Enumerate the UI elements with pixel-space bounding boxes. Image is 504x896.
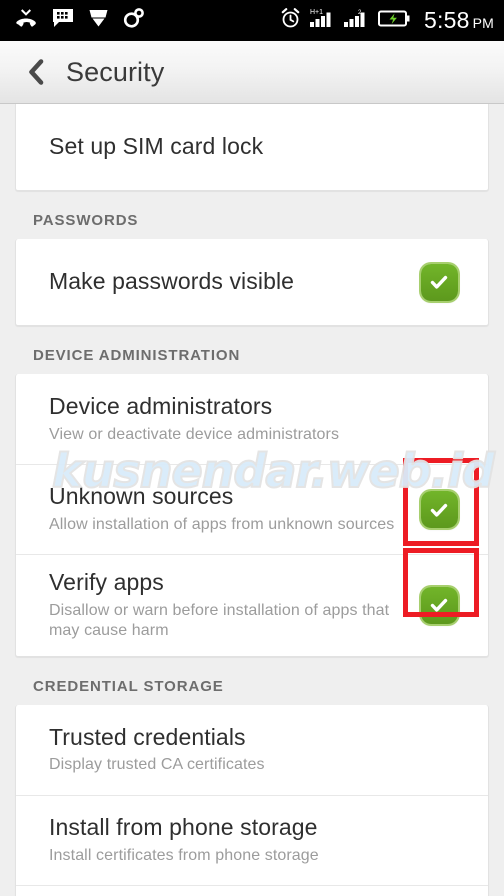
status-bar-system-icons: H+1 2 5:58 PM bbox=[280, 7, 494, 34]
section-header-passwords: PASSWORDS bbox=[33, 212, 139, 229]
list-item-text: Unknown sources Allow installation of ap… bbox=[49, 469, 408, 549]
settings-card-device-administration: Device administrators View or deactivate… bbox=[15, 374, 489, 657]
list-item-title: Install from phone storage bbox=[49, 814, 318, 840]
list-item-set-up-sim-card-lock[interactable]: Set up SIM card lock bbox=[16, 104, 488, 190]
list-item-text: Set up SIM card lock bbox=[49, 119, 470, 175]
checkbox-holder bbox=[408, 491, 470, 528]
list-item-subtitle: Allow installation of apps from unknown … bbox=[49, 516, 395, 534]
messaging-icon bbox=[52, 8, 74, 33]
list-item-text: Clear credentials Remove all certificate… bbox=[49, 890, 470, 896]
list-item-text: Trusted credentials Display trusted CA c… bbox=[49, 710, 470, 790]
list-item-install-from-phone-storage[interactable]: Install from phone storage Install certi… bbox=[16, 794, 488, 885]
list-item-title: Trusted credentials bbox=[49, 723, 246, 750]
list-item-title: Device administrators bbox=[49, 392, 273, 419]
status-bar: H+1 2 5:58 PM bbox=[0, 0, 504, 41]
battery-charging-icon bbox=[378, 9, 410, 33]
missed-call-icon bbox=[14, 8, 38, 33]
list-item-subtitle: Display trusted CA certificates bbox=[49, 756, 265, 774]
checkbox-verify-apps[interactable] bbox=[420, 586, 458, 624]
list-item-title: Verify apps bbox=[49, 569, 164, 595]
section-header-credential-storage: CREDENTIAL STORAGE bbox=[33, 677, 224, 695]
list-item-subtitle: Install certificates from phone storage bbox=[49, 846, 319, 864]
settings-card-passwords: Make passwords visible bbox=[15, 239, 489, 326]
list-item-device-administrators[interactable]: Device administrators View or deactivate… bbox=[16, 374, 488, 464]
list-item-unknown-sources[interactable]: Unknown sources Allow installation of ap… bbox=[16, 464, 488, 554]
page-title: Security bbox=[66, 56, 165, 87]
settings-card-sim: Set up SIM card lock bbox=[15, 104, 489, 191]
list-item-subtitle: Disallow or warn before installation of … bbox=[49, 601, 390, 640]
back-chevron-icon[interactable] bbox=[22, 58, 48, 86]
clock-ampm: PM bbox=[472, 15, 494, 31]
status-bar-clock: 5:58 PM bbox=[424, 7, 494, 34]
list-item-title: Set up SIM card lock bbox=[49, 133, 264, 160]
list-item-title: Make passwords visible bbox=[49, 268, 295, 295]
list-item-clear-credentials: Clear credentials Remove all certificate… bbox=[16, 884, 488, 896]
list-item-verify-apps[interactable]: Verify apps Disallow or warn before inst… bbox=[16, 554, 488, 656]
signal-hplus-icon: H+1 bbox=[310, 7, 335, 34]
list-item-trusted-credentials[interactable]: Trusted credentials Display trusted CA c… bbox=[16, 705, 488, 795]
download-icon bbox=[88, 8, 109, 33]
list-item-text: Install from phone storage Install certi… bbox=[49, 800, 470, 880]
alarm-clock-icon bbox=[280, 7, 301, 34]
android-security-settings-screen: H+1 2 5:58 PM Security Set up SIM card l… bbox=[0, 0, 504, 896]
sync-link-icon bbox=[123, 8, 145, 33]
status-bar-notification-icons bbox=[14, 8, 145, 33]
settings-card-credential-storage: Trusted credentials Display trusted CA c… bbox=[15, 704, 489, 896]
settings-list[interactable]: Set up SIM card lock PASSWORDS Make pass… bbox=[0, 104, 504, 896]
checkbox-make-passwords-visible[interactable] bbox=[420, 263, 458, 301]
section-header-device-administration: DEVICE ADMINISTRATION bbox=[33, 347, 241, 364]
signal-bars-icon: 2 bbox=[344, 7, 369, 34]
svg-text:H+1: H+1 bbox=[310, 9, 323, 16]
checkbox-holder bbox=[408, 263, 470, 301]
list-item-subtitle: View or deactivate device administrators bbox=[49, 425, 340, 443]
clock-time: 5:58 bbox=[424, 7, 470, 33]
list-item-make-passwords-visible[interactable]: Make passwords visible bbox=[16, 239, 488, 325]
list-item-text: Device administrators View or deactivate… bbox=[49, 379, 470, 459]
checkbox-holder bbox=[408, 586, 470, 624]
checkbox-unknown-sources[interactable] bbox=[420, 491, 458, 528]
list-item-text: Verify apps Disallow or warn before inst… bbox=[49, 555, 408, 656]
action-bar: Security bbox=[0, 41, 504, 104]
list-item-text: Make passwords visible bbox=[49, 254, 408, 310]
list-item-title: Unknown sources bbox=[49, 483, 234, 510]
